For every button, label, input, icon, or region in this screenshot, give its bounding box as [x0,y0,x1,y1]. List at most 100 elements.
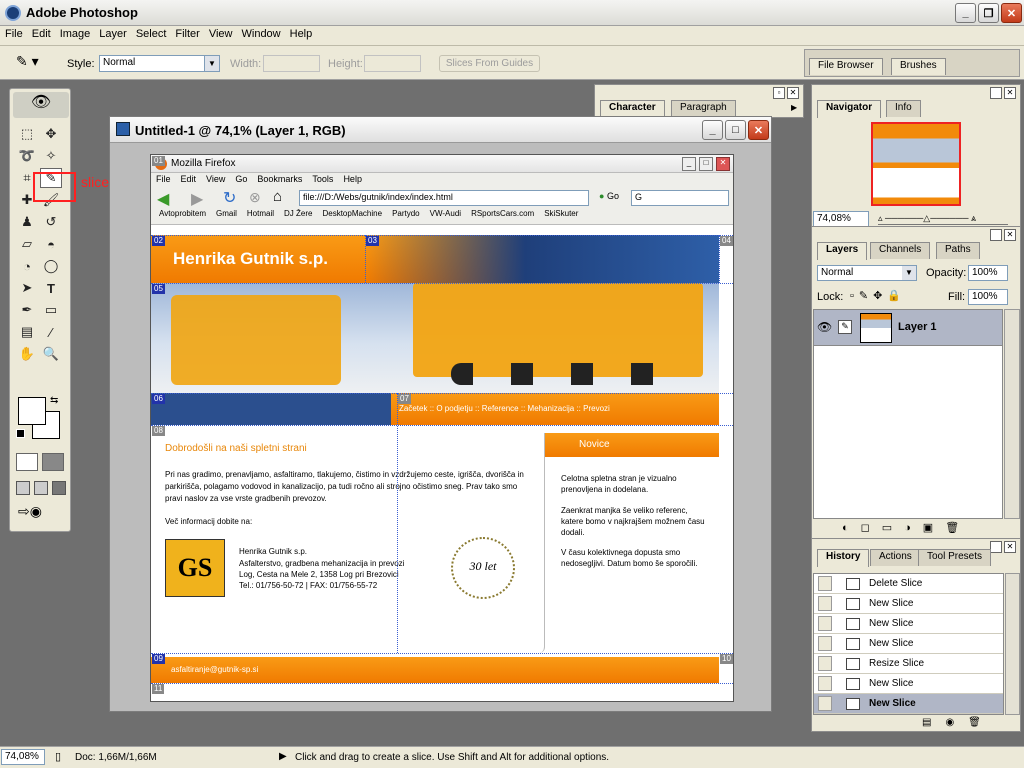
menu-layer[interactable]: Layer [94,26,131,40]
slice-badge[interactable]: 07 [398,394,411,404]
height-field[interactable] [364,55,421,72]
nav-item[interactable]: O podjetju [436,404,472,413]
panel-close-icon[interactable]: ✕ [787,87,799,99]
slice-badge[interactable]: 09 [152,654,165,664]
panel-minimize-icon[interactable]: ▫ [773,87,785,99]
nav-item[interactable]: Prevozi [583,404,610,413]
tab-layers[interactable]: Layers [817,242,868,260]
paint-bucket-icon[interactable]: ◓ [40,234,62,254]
forward-arrow-icon[interactable]: ▶ [191,189,203,209]
history-item[interactable]: New Slice [814,614,1003,634]
tab-info[interactable]: Info [886,100,921,117]
slices-from-guides-button[interactable]: Slices From Guides [439,55,540,72]
footer-email[interactable]: asfaltiranje@gutnik-sp.si [171,665,258,674]
opacity-field[interactable]: 100% [968,265,1008,281]
panel-minimize-icon[interactable] [990,87,1002,99]
zoom-slider[interactable]: ▵ ──────△────── ⩓ [878,213,1008,225]
bookmark-item[interactable]: DesktopMachine [322,209,382,218]
screen-mode-full-icon[interactable] [52,481,66,495]
magic-wand-icon[interactable]: ✧ [40,146,62,166]
width-field[interactable] [263,55,320,72]
navigator-thumbnail[interactable] [871,122,961,206]
ff-menu-tools[interactable]: Tools [307,173,338,185]
snapshot-checkbox[interactable] [818,616,832,631]
tab-actions[interactable]: Actions [870,549,921,566]
navigator-zoom-field[interactable]: 74,08% [813,211,869,227]
hand-tool-icon[interactable]: ✋ [16,344,38,364]
layers-scrollbar[interactable] [1004,309,1020,519]
ff-menu-help[interactable]: Help [338,173,367,185]
back-arrow-icon[interactable]: ◀ [157,189,169,209]
path-selection-icon[interactable]: ➤ [16,278,38,298]
doc-minimize-button[interactable]: _ [702,120,723,140]
brush-link-icon[interactable]: ✎ [838,320,852,334]
screen-mode-standard-icon[interactable] [16,481,30,495]
bookmark-item[interactable]: RSportsCars.com [471,209,534,218]
slice-badge[interactable]: 02 [152,236,165,246]
history-item[interactable]: New Slice [814,594,1003,614]
bookmark-item[interactable]: VW-Audi [430,209,461,218]
panel-menu-arrow-icon[interactable]: ▶ [791,103,797,112]
ff-close-icon[interactable]: ✕ [716,157,730,171]
ff-menu-bookmarks[interactable]: Bookmarks [252,173,307,185]
history-scrollbar[interactable] [1005,573,1020,715]
reload-icon[interactable]: ↻ [223,188,236,208]
tab-history[interactable]: History [817,549,870,567]
lock-icons[interactable]: ▫✎✥🔒 [850,289,906,302]
search-box[interactable]: G [631,190,729,206]
nav-item[interactable]: Začetek [399,404,427,413]
status-arrow-icon[interactable]: ▶ [279,751,287,762]
blur-tool-icon[interactable]: ◔ [16,256,38,276]
bookmark-item[interactable]: Avtoprobitem [159,209,206,218]
swap-colors-icon[interactable]: ⇆ [50,395,58,406]
panel-minimize-icon[interactable] [990,541,1002,553]
bookmark-item[interactable]: SkiSkuter [544,209,578,218]
eye-icon[interactable]: 👁 [817,320,832,334]
snapshot-checkbox[interactable] [818,676,832,691]
menu-view[interactable]: View [204,26,237,40]
ff-menu-go[interactable]: Go [230,173,252,185]
ff-minimize-icon[interactable]: _ [682,157,696,171]
notes-tool-icon[interactable]: ▤ [16,322,38,342]
history-item[interactable]: New Slice [814,674,1003,694]
menu-edit[interactable]: Edit [27,26,55,40]
nav-item[interactable]: Reference [482,404,519,413]
tab-tool-presets[interactable]: Tool Presets [918,549,992,566]
minimize-button[interactable]: _ [955,3,976,23]
close-button[interactable]: ✕ [1001,3,1022,23]
photoshop-eye-logo-icon[interactable]: 👁 [13,92,69,118]
slice-badge[interactable]: 05 [152,284,165,294]
bookmark-item[interactable]: Partydo [392,209,420,218]
slice-badge[interactable]: 06 [152,394,165,404]
bookmark-item[interactable]: Hotmail [247,209,274,218]
tab-paths[interactable]: Paths [936,242,980,259]
ff-maximize-icon[interactable]: □ [699,157,713,171]
snapshot-checkbox[interactable] [818,596,832,611]
slice-badge[interactable]: 04 [720,236,733,246]
tab-brushes[interactable]: Brushes [891,58,946,75]
layers-bottom-icons[interactable]: ◐◻▭◑▣🗑 [842,521,971,534]
address-bar[interactable]: file:///D:/Webs/gutnik/index/index.html [299,190,589,206]
go-icon[interactable]: ● Go [599,191,619,201]
type-tool-icon[interactable]: T [40,278,62,298]
dodge-tool-icon[interactable]: ◯ [40,256,62,276]
screen-mode-menubar-icon[interactable] [34,481,48,495]
history-item[interactable]: New Slice [814,634,1003,654]
menu-window[interactable]: Window [237,26,285,40]
snapshot-checkbox[interactable] [818,656,832,671]
eraser-tool-icon[interactable]: ▱ [16,234,38,254]
eyedropper-icon[interactable]: ⁄ [40,322,62,342]
layer-row[interactable]: 👁 ✎ Layer 1 [814,310,1002,346]
home-icon[interactable]: ⌂ [273,188,282,205]
slice-badge[interactable]: 01 [152,156,165,166]
clone-stamp-icon[interactable]: ♟ [16,212,38,232]
foreground-color-swatch[interactable] [18,397,46,425]
snapshot-checkbox[interactable] [818,576,832,591]
ff-menu-view[interactable]: View [201,173,230,185]
nav-item[interactable]: Mehanizacija [528,404,575,413]
standard-mode-icon[interactable] [16,453,38,471]
quick-mask-icon[interactable] [42,453,64,471]
menu-select[interactable]: Select [131,26,171,40]
default-colors-icon[interactable] [16,429,25,438]
restore-button[interactable]: ❐ [978,3,999,23]
